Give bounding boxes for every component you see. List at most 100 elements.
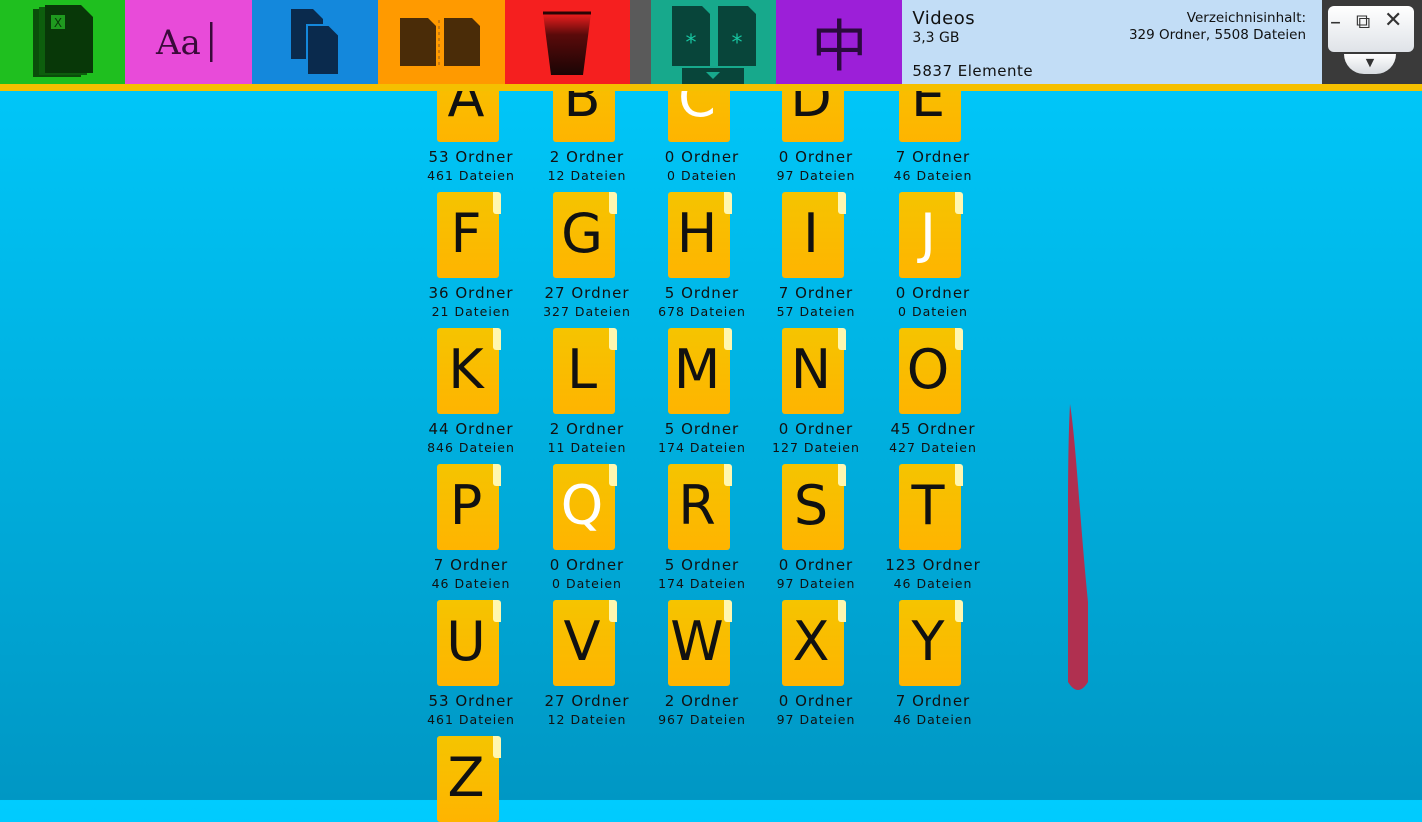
compare-tile[interactable] — [377, 0, 505, 84]
folder-count: 7 Ordner — [895, 692, 971, 710]
folder-icon: K — [437, 328, 501, 414]
minimize-button[interactable]: – — [1330, 12, 1341, 34]
folder-letter: P — [449, 474, 483, 537]
file-count: 967 Dateien — [658, 712, 746, 727]
element-count: 5837 Elemente — [912, 62, 1034, 80]
file-count: 46 Dateien — [893, 576, 973, 591]
folder-letter: V — [563, 610, 601, 673]
folder-count: 7 Ordner — [433, 556, 509, 574]
folder-icon: J — [899, 192, 963, 278]
settings-tile[interactable]: * * — [650, 0, 777, 84]
excel-icon: X — [33, 5, 94, 77]
file-count: 127 Dateien — [772, 440, 860, 455]
folder-letter: N — [790, 338, 832, 401]
file-count: 12 Dateien — [547, 168, 627, 183]
folder-count: 7 Ordner — [778, 284, 854, 302]
window-controls: – ⧉ ✕ ▼ — [1322, 0, 1422, 84]
directory-content-value: 329 Ordner, 5508 Dateien — [1128, 27, 1307, 43]
folder-name: Videos — [912, 8, 976, 29]
folder-icon: O — [899, 328, 963, 414]
excel-document-tile[interactable]: X — [0, 0, 125, 84]
folder-grid: A 53 Ordner 461 Dateien B 2 Ordner 12 Dateien… — [0, 0, 1422, 822]
close-button[interactable]: ✕ — [1384, 10, 1402, 32]
folder-count: 27 Ordner — [544, 692, 630, 710]
file-count: 0 Dateien — [898, 304, 968, 319]
top-toolbar: X Aa * * 中 Videos 3,3 GB 5837 Elemente V… — [0, 0, 1422, 84]
font-icon-label: Aa — [155, 23, 201, 63]
folder-icon: M — [668, 328, 732, 414]
folder-letter: T — [911, 474, 945, 537]
folder-count: 0 Ordner — [664, 148, 740, 166]
folder-count: 0 Ordner — [778, 692, 854, 710]
copy-tile[interactable] — [251, 0, 378, 84]
accent-line — [0, 84, 1422, 91]
folder-letter: L — [566, 338, 598, 401]
folder-letter: Y — [911, 610, 945, 673]
folder-letter: O — [906, 338, 950, 401]
folder-count: 2 Ordner — [549, 148, 625, 166]
folder-icon: S — [782, 464, 846, 550]
folder-icon: I — [782, 192, 846, 278]
folder-letter: G — [561, 202, 603, 265]
file-count: 461 Dateien — [427, 168, 515, 183]
folder-icon: T — [899, 464, 963, 550]
folder-count: 7 Ordner — [895, 148, 971, 166]
folder-count: 2 Ordner — [549, 420, 625, 438]
folder-count: 5 Ordner — [664, 420, 740, 438]
folder-letter: U — [446, 610, 486, 673]
folder-icon: R — [668, 464, 732, 550]
folder-icon: Y — [899, 600, 963, 686]
language-tile[interactable]: 中 — [776, 0, 903, 84]
folder-letter: W — [670, 610, 724, 673]
file-count: 12 Dateien — [547, 712, 627, 727]
folder-letter: H — [676, 202, 718, 265]
file-count: 97 Dateien — [776, 168, 856, 183]
folder-count: 0 Ordner — [549, 556, 625, 574]
file-count: 11 Dateien — [547, 440, 627, 455]
copy-icon — [290, 9, 340, 76]
folder-icon: L — [553, 328, 617, 414]
folder-icon: F — [437, 192, 501, 278]
scroll-indicator[interactable] — [1066, 402, 1090, 694]
file-count: 174 Dateien — [658, 576, 746, 591]
file-count: 461 Dateien — [427, 712, 515, 727]
maximize-button[interactable]: ⧉ — [1356, 10, 1370, 32]
folder-count: 123 Ordner — [885, 556, 981, 574]
svg-text:*: * — [686, 31, 697, 56]
folder-count: 53 Ordner — [428, 148, 514, 166]
folder-count: 5 Ordner — [664, 284, 740, 302]
folder-icon: P — [437, 464, 501, 550]
folder-count: 5 Ordner — [664, 556, 740, 574]
folder-letter: Q — [560, 474, 604, 537]
folder-letter: X — [792, 610, 830, 673]
folder-count: 0 Ordner — [778, 148, 854, 166]
file-count: 46 Dateien — [893, 712, 973, 727]
asterisk-documents-icon: * * — [672, 6, 757, 84]
folder-icon: G — [553, 192, 617, 278]
dropdown-button[interactable]: ▼ — [1344, 54, 1397, 74]
file-count: 327 Dateien — [543, 304, 631, 319]
folder-icon: Z — [437, 736, 501, 822]
file-count: 0 Dateien — [552, 576, 622, 591]
recycle-tile[interactable] — [504, 0, 630, 84]
folder-icon: N — [782, 328, 846, 414]
font-tile[interactable]: Aa — [124, 0, 252, 84]
svg-text:X: X — [54, 16, 62, 30]
file-count: 427 Dateien — [889, 440, 977, 455]
folder-size: 3,3 GB — [912, 30, 960, 46]
file-count: 57 Dateien — [776, 304, 856, 319]
folder-letter: K — [448, 338, 484, 401]
file-count: 97 Dateien — [776, 712, 856, 727]
folder-count: 45 Ordner — [890, 420, 976, 438]
folder-count: 44 Ordner — [428, 420, 514, 438]
folder-count: 0 Ordner — [895, 284, 971, 302]
folder-letter: S — [793, 474, 829, 537]
folder-icon: U — [437, 600, 501, 686]
folder-count: 36 Ordner — [428, 284, 514, 302]
folder-icon: Q — [553, 464, 617, 550]
compare-icon — [400, 18, 481, 66]
folder-count: 0 Ordner — [778, 420, 854, 438]
folder-letter: I — [803, 202, 819, 265]
file-count: 97 Dateien — [776, 576, 856, 591]
folder-icon: X — [782, 600, 846, 686]
